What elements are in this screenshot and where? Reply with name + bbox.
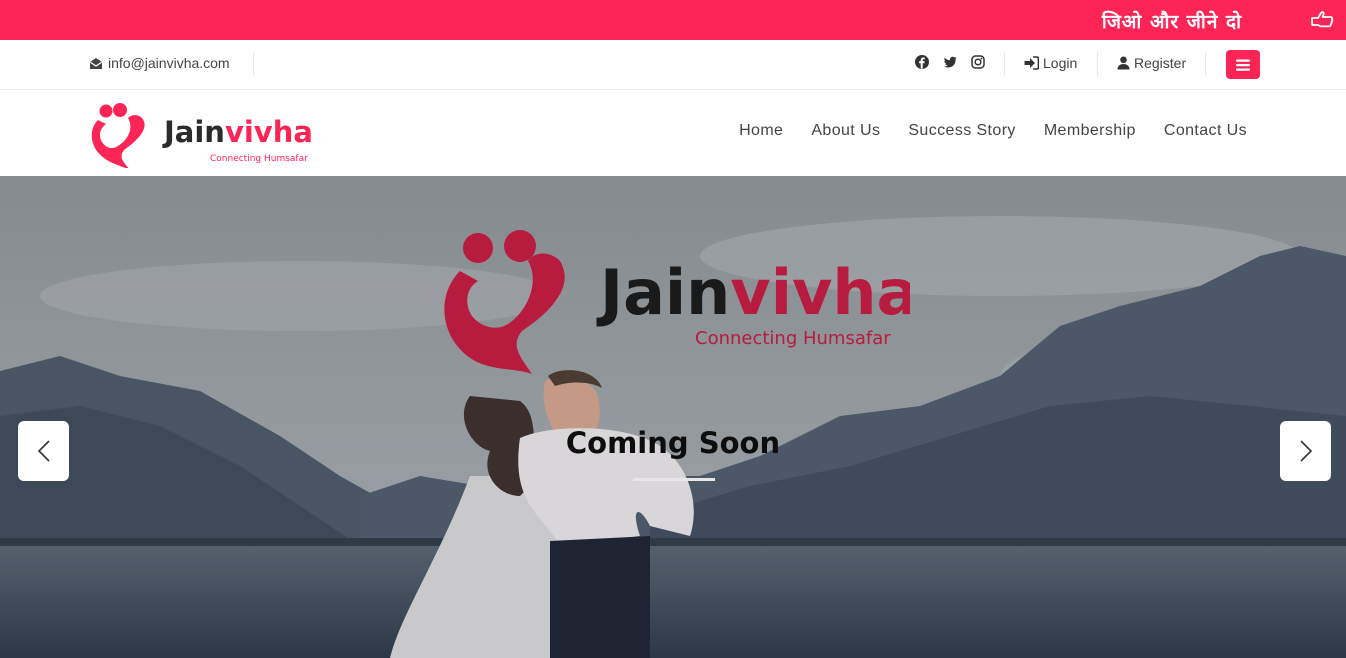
- nav-success-story[interactable]: Success Story: [908, 122, 1015, 140]
- envelope-open-icon: [89, 58, 103, 69]
- main-navbar: Jainvivha Connecting Humsafar Home About…: [0, 90, 1346, 176]
- hero-heading: Coming Soon: [565, 426, 781, 460]
- brand-name: Jainvivha: [162, 115, 313, 149]
- divider: [1205, 52, 1206, 76]
- slogan-text: जिओ और जीने दो: [1101, 11, 1242, 33]
- slider-prev-button[interactable]: [18, 421, 69, 481]
- email-text: info@jainvivha.com: [108, 55, 230, 71]
- divider: [253, 52, 254, 76]
- slider-next-button[interactable]: [1280, 421, 1331, 481]
- nav-home[interactable]: Home: [739, 122, 783, 140]
- heart-couple-icon: [91, 103, 145, 168]
- hand-point-right-icon[interactable]: [1310, 9, 1334, 31]
- hamburger-icon: [1236, 59, 1250, 71]
- top-ribbon: जिओ और जीने दो: [0, 0, 1346, 40]
- facebook-icon[interactable]: [915, 55, 929, 69]
- hero-heading-underline: [633, 478, 715, 481]
- chevron-left-icon: [37, 440, 50, 462]
- hero-slider: Jainvivha Connecting Humsafar Coming Soo…: [0, 176, 1346, 658]
- social-links: [915, 55, 985, 69]
- login-link[interactable]: Login: [1024, 55, 1077, 71]
- register-link[interactable]: Register: [1117, 55, 1186, 71]
- register-label: Register: [1134, 55, 1187, 71]
- divider: [1097, 52, 1098, 76]
- login-label: Login: [1043, 55, 1078, 71]
- twitter-icon[interactable]: [943, 55, 957, 69]
- chevron-right-icon: [1299, 440, 1312, 462]
- heart-couple-icon: [444, 230, 565, 374]
- nav-contact-us[interactable]: Contact Us: [1164, 122, 1247, 140]
- instagram-icon[interactable]: [971, 55, 985, 69]
- nav-membership[interactable]: Membership: [1044, 122, 1136, 140]
- hero-brand-tagline: Connecting Humsafar: [695, 328, 891, 349]
- divider: [1004, 52, 1005, 76]
- brand-logo[interactable]: Jainvivha Connecting Humsafar: [88, 98, 318, 168]
- main-nav: Home About Us Success Story Membership C…: [739, 122, 1247, 140]
- user-icon: [1117, 56, 1130, 70]
- brand-tagline: Connecting Humsafar: [210, 154, 308, 164]
- sign-in-icon: [1024, 56, 1039, 70]
- email-link[interactable]: info@jainvivha.com: [89, 55, 230, 71]
- hero-brand-name: Jainvivha: [596, 256, 910, 329]
- hero-brand-logo: Jainvivha Connecting Humsafar: [444, 230, 910, 374]
- nav-about-us[interactable]: About Us: [811, 122, 880, 140]
- menu-toggle-button[interactable]: [1226, 50, 1260, 79]
- info-bar: info@jainvivha.com Login Register: [0, 40, 1346, 90]
